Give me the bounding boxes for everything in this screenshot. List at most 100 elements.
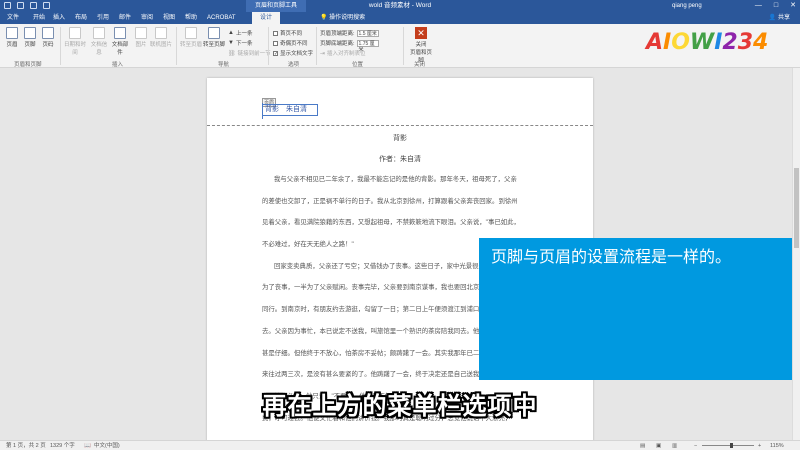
minimize-button[interactable]: — <box>755 0 762 12</box>
close-window-button[interactable]: ✕ <box>790 0 796 12</box>
link-icon: ⛓ <box>228 50 236 57</box>
header-content[interactable]: 背影 朱自清 <box>262 104 318 116</box>
tab-acrobat[interactable]: ACROBAT <box>204 12 239 24</box>
tab-layout[interactable]: 布局 <box>72 12 90 24</box>
maximize-button[interactable]: □ <box>774 0 778 12</box>
group-label-header-footer: 页眉和页脚 <box>14 62 42 68</box>
user-name[interactable]: qiang peng <box>672 0 702 12</box>
web-layout-icon[interactable]: ▥ <box>672 442 677 450</box>
quick-parts-button[interactable]: 文档部件 <box>110 27 130 56</box>
info-overlay-panel: 页脚与页眉的设置流程是一样的。 <box>479 238 792 380</box>
next-label: 下一条 <box>235 41 253 47</box>
title-bar: 页眉和页脚工具 wold 音频素材 - Word qiang peng — □ … <box>0 0 800 12</box>
zoom-out-icon[interactable]: − <box>694 442 697 450</box>
status-bar: 第 1 页，共 2 页 1329 个字 📖 中文(中国) ▤ ▣ ▥ − + 1… <box>0 440 800 450</box>
show-document-text-checkbox[interactable]: ✓ 显示文档文字 <box>273 49 313 57</box>
group-separator <box>268 27 269 65</box>
footer-button[interactable]: 页脚 <box>21 27 39 48</box>
previous-section-button[interactable]: ▲ 上一条 <box>228 29 252 37</box>
close-header-footer-button[interactable]: ✕ 关闭 页眉和页脚 <box>408 27 434 64</box>
date-time-button[interactable]: 日期和时间 <box>63 27 87 56</box>
save-icon[interactable] <box>4 2 11 9</box>
context-group-label: 页眉和页脚工具 <box>246 0 306 12</box>
different-first-page-checkbox[interactable]: 首页不同 <box>273 29 302 37</box>
different-odd-even-checkbox[interactable]: 奇偶页不同 <box>273 39 308 47</box>
undo-icon[interactable] <box>17 2 24 9</box>
tab-help[interactable]: 帮助 <box>182 12 200 24</box>
page-number-button[interactable]: 页码 <box>39 27 57 48</box>
group-label-position: 位置 <box>352 62 364 68</box>
tab-design[interactable]: 设计 <box>252 12 280 24</box>
document-info-button[interactable]: 文档信息 <box>89 27 109 56</box>
arrow-up-icon: ▲ <box>228 30 234 36</box>
picture-icon <box>135 27 147 39</box>
tell-me-label: 操作说明搜索 <box>329 15 366 21</box>
page-number-icon <box>42 27 54 39</box>
footer-bottom-distance: 页脚底端距离: 1.75 厘米 <box>320 39 379 53</box>
goto-footer-button[interactable]: 转至页脚 <box>203 27 225 48</box>
word-count[interactable]: 1329 个字 <box>50 442 75 450</box>
header-top-input[interactable]: 1.5 厘米 <box>356 29 379 37</box>
quick-access-toolbar <box>4 2 50 9</box>
header-top-distance: 页眉顶端距离: 1.5 厘米 <box>320 29 379 37</box>
header-button[interactable]: 页眉 <box>3 27 21 48</box>
online-picture-button[interactable]: 联机图片 <box>150 27 172 48</box>
arrow-down-icon: ▼ <box>228 40 234 46</box>
tab-insert[interactable]: 插入 <box>50 12 68 24</box>
group-label-navigation: 导航 <box>218 62 230 68</box>
document-info-icon <box>93 27 105 39</box>
header-button-label: 页眉 <box>6 42 18 48</box>
share-label: 共享 <box>777 15 790 21</box>
logo-letter: I <box>663 29 671 55</box>
date-time-label: 日期和时间 <box>63 42 86 56</box>
checkbox-checked-icon: ✓ <box>273 50 279 57</box>
footer-bottom-input[interactable]: 1.75 厘米 <box>356 39 379 53</box>
proofing-icon[interactable]: 📖 <box>84 442 91 450</box>
read-mode-icon[interactable]: ▤ <box>640 442 645 450</box>
zoom-slider[interactable] <box>702 443 754 448</box>
group-separator <box>60 27 61 65</box>
footer-bottom-label: 页脚底端距离: <box>320 41 355 47</box>
zoom-level[interactable]: 115% <box>770 442 784 450</box>
tab-view[interactable]: 视图 <box>160 12 178 24</box>
zoom-in-icon[interactable]: + <box>758 442 761 450</box>
logo-letter: 2 <box>722 29 737 55</box>
online-picture-icon <box>155 27 167 39</box>
redo-icon[interactable] <box>30 2 37 9</box>
print-layout-icon[interactable]: ▣ <box>656 442 661 450</box>
vertical-ruler <box>0 68 8 440</box>
language-indicator[interactable]: 中文(中国) <box>94 442 120 450</box>
goto-footer-icon <box>208 27 220 39</box>
next-section-button[interactable]: ▼ 下一条 <box>228 39 252 47</box>
tab-mailings[interactable]: 邮件 <box>116 12 134 24</box>
watermark-logo: AIOWI234 <box>646 29 768 55</box>
group-separator <box>176 27 177 65</box>
vertical-scrollbar[interactable] <box>792 68 800 440</box>
ribbon-tabs: 文件 开始 插入 布局 引用 邮件 审阅 视图 帮助 ACROBAT 设计 💡 … <box>0 12 800 24</box>
goto-header-button[interactable]: 转至页眉 <box>180 27 202 48</box>
scrollbar-thumb[interactable] <box>794 168 799 248</box>
document-title-text: 背影 <box>393 135 407 142</box>
share-button[interactable]: 👤 共享 <box>769 12 790 24</box>
document-author-text: 作者：朱自清 <box>379 156 421 163</box>
logo-letter: A <box>646 29 663 55</box>
link-to-previous-button[interactable]: ⛓ 链接到前一节 <box>228 49 271 58</box>
previous-label: 上一条 <box>235 31 253 37</box>
calendar-icon <box>69 27 81 39</box>
picture-button[interactable]: 图片 <box>132 27 150 48</box>
tell-me-search[interactable]: 💡 操作说明搜索 <box>320 12 365 24</box>
tab-references[interactable]: 引用 <box>94 12 112 24</box>
quick-parts-icon <box>114 27 126 39</box>
tab-review[interactable]: 审阅 <box>138 12 156 24</box>
insert-align-tab-button[interactable]: ⇥ 插入对齐制表位 <box>320 49 366 58</box>
document-info-label: 文档信息 <box>90 42 108 56</box>
online-picture-label: 联机图片 <box>150 42 173 48</box>
tab-file[interactable]: 文件 <box>4 12 22 24</box>
customize-qat-icon[interactable] <box>43 2 50 9</box>
quick-parts-label: 文档部件 <box>111 42 129 56</box>
goto-header-label: 转至页眉 <box>180 42 203 48</box>
footer-icon <box>24 27 36 39</box>
zoom-slider-knob[interactable] <box>730 443 733 448</box>
tab-home[interactable]: 开始 <box>30 12 48 24</box>
page-count[interactable]: 第 1 页，共 2 页 <box>6 442 46 450</box>
